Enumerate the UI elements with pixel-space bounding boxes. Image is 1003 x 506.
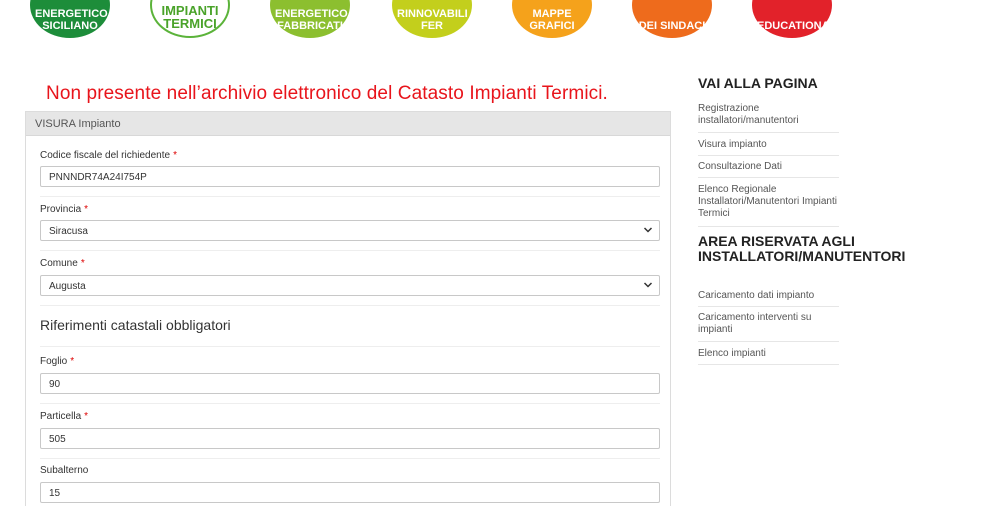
select-value: Augusta bbox=[49, 281, 86, 292]
divider bbox=[698, 306, 839, 307]
subalterno-label: Subalterno bbox=[40, 465, 88, 476]
divider bbox=[40, 250, 660, 251]
divider bbox=[40, 403, 660, 404]
codice-fiscale-input[interactable]: PNNNDR74A24I754P bbox=[40, 166, 660, 187]
sidebar-link-elenco-regionale[interactable]: Elenco Regionale Installatori/Manutentor… bbox=[698, 184, 839, 220]
nav-label: Educational bbox=[757, 20, 837, 32]
divider bbox=[698, 226, 839, 227]
particella-input[interactable]: 505 bbox=[40, 428, 660, 449]
divider bbox=[698, 132, 839, 133]
sidebar-link-elenco-impianti[interactable]: Elenco impianti bbox=[698, 348, 839, 360]
chevron-down-icon bbox=[643, 282, 653, 288]
divider bbox=[698, 364, 839, 365]
subalterno-input[interactable]: 15 bbox=[40, 482, 660, 503]
not-found-notice: Non presente nell’archivio elettronico d… bbox=[46, 83, 608, 104]
divider bbox=[40, 196, 660, 197]
input-value: 505 bbox=[49, 434, 66, 445]
chevron-down-icon bbox=[643, 227, 653, 233]
nav-label: Rinnovabili FER bbox=[397, 8, 468, 32]
nav-label: dei Sindaci bbox=[638, 20, 706, 32]
input-value: 90 bbox=[49, 379, 61, 390]
divider bbox=[698, 341, 839, 342]
sidebar-link-caricamento-dati[interactable]: Caricamento dati impianto bbox=[698, 290, 839, 302]
label-text: Codice fiscale del richiedente bbox=[40, 150, 171, 161]
top-navigation: Energetico Siciliano Impianti Termici En… bbox=[0, 0, 1003, 42]
divider bbox=[40, 346, 660, 347]
foglio-label: Foglio * bbox=[40, 356, 74, 367]
required-marker: * bbox=[84, 204, 89, 215]
nav-label: Mappe Grafici bbox=[529, 8, 575, 32]
input-value: PNNNDR74A24I754P bbox=[49, 172, 147, 183]
nav-mappe-grafici[interactable]: Mappe Grafici bbox=[512, 0, 592, 38]
required-marker: * bbox=[70, 356, 75, 367]
provincia-select[interactable]: Siracusa bbox=[40, 220, 660, 241]
input-value: 15 bbox=[49, 488, 61, 499]
nav-label: Energetico Fabbricati bbox=[275, 8, 348, 32]
panel-title: VISURA Impianto bbox=[26, 112, 670, 136]
visura-form-panel: VISURA Impianto Codice fiscale del richi… bbox=[25, 111, 671, 506]
label-text: Particella bbox=[40, 411, 82, 422]
divider bbox=[698, 177, 839, 178]
required-marker: * bbox=[84, 411, 89, 422]
sidebar-nav-title: VAI ALLA PAGINA bbox=[698, 75, 818, 91]
sidebar-link-caricamento-interventi[interactable]: Caricamento interventi su impianti bbox=[698, 312, 839, 336]
nav-dei-sindaci[interactable]: dei Sindaci bbox=[632, 0, 712, 38]
label-text: Foglio bbox=[40, 356, 68, 367]
section-title: Riferimenti catastali obbligatori bbox=[40, 317, 231, 333]
required-marker: * bbox=[173, 150, 177, 161]
provincia-label: Provincia * bbox=[40, 204, 88, 215]
nav-impianti-termici[interactable]: Impianti Termici bbox=[150, 0, 230, 38]
select-value: Siracusa bbox=[49, 226, 88, 237]
required-marker: * bbox=[80, 258, 85, 269]
foglio-input[interactable]: 90 bbox=[40, 373, 660, 394]
particella-label: Particella * bbox=[40, 411, 88, 422]
nav-energetico-fabbricati[interactable]: Energetico Fabbricati bbox=[270, 0, 350, 38]
nav-label: Impianti Termici bbox=[161, 3, 219, 31]
divider bbox=[40, 305, 660, 306]
divider bbox=[40, 458, 660, 459]
codice-fiscale-label: Codice fiscale del richiedente * bbox=[40, 150, 177, 161]
divider bbox=[698, 155, 839, 156]
label-text: Comune bbox=[40, 258, 78, 269]
comune-select[interactable]: Augusta bbox=[40, 275, 660, 296]
nav-energetico-siciliano[interactable]: Energetico Siciliano bbox=[30, 0, 110, 38]
label-text: Provincia bbox=[40, 204, 82, 215]
sidebar-link-registrazione[interactable]: Registrazione installatori/manutentori bbox=[698, 103, 839, 127]
sidebar-link-visura[interactable]: Visura impianto bbox=[698, 139, 839, 151]
nav-rinnovabili-fer[interactable]: Rinnovabili FER bbox=[392, 0, 472, 38]
comune-label: Comune * bbox=[40, 258, 85, 269]
sidebar-reserved-title: AREA RISERVATA AGLI INSTALLATORI/MANUTEN… bbox=[698, 233, 906, 264]
sidebar-link-consultazione[interactable]: Consultazione Dati bbox=[698, 161, 839, 173]
nav-educational[interactable]: Educational bbox=[752, 0, 837, 38]
nav-label: Energetico Siciliano bbox=[35, 8, 108, 32]
label-text: Subalterno bbox=[40, 465, 89, 476]
